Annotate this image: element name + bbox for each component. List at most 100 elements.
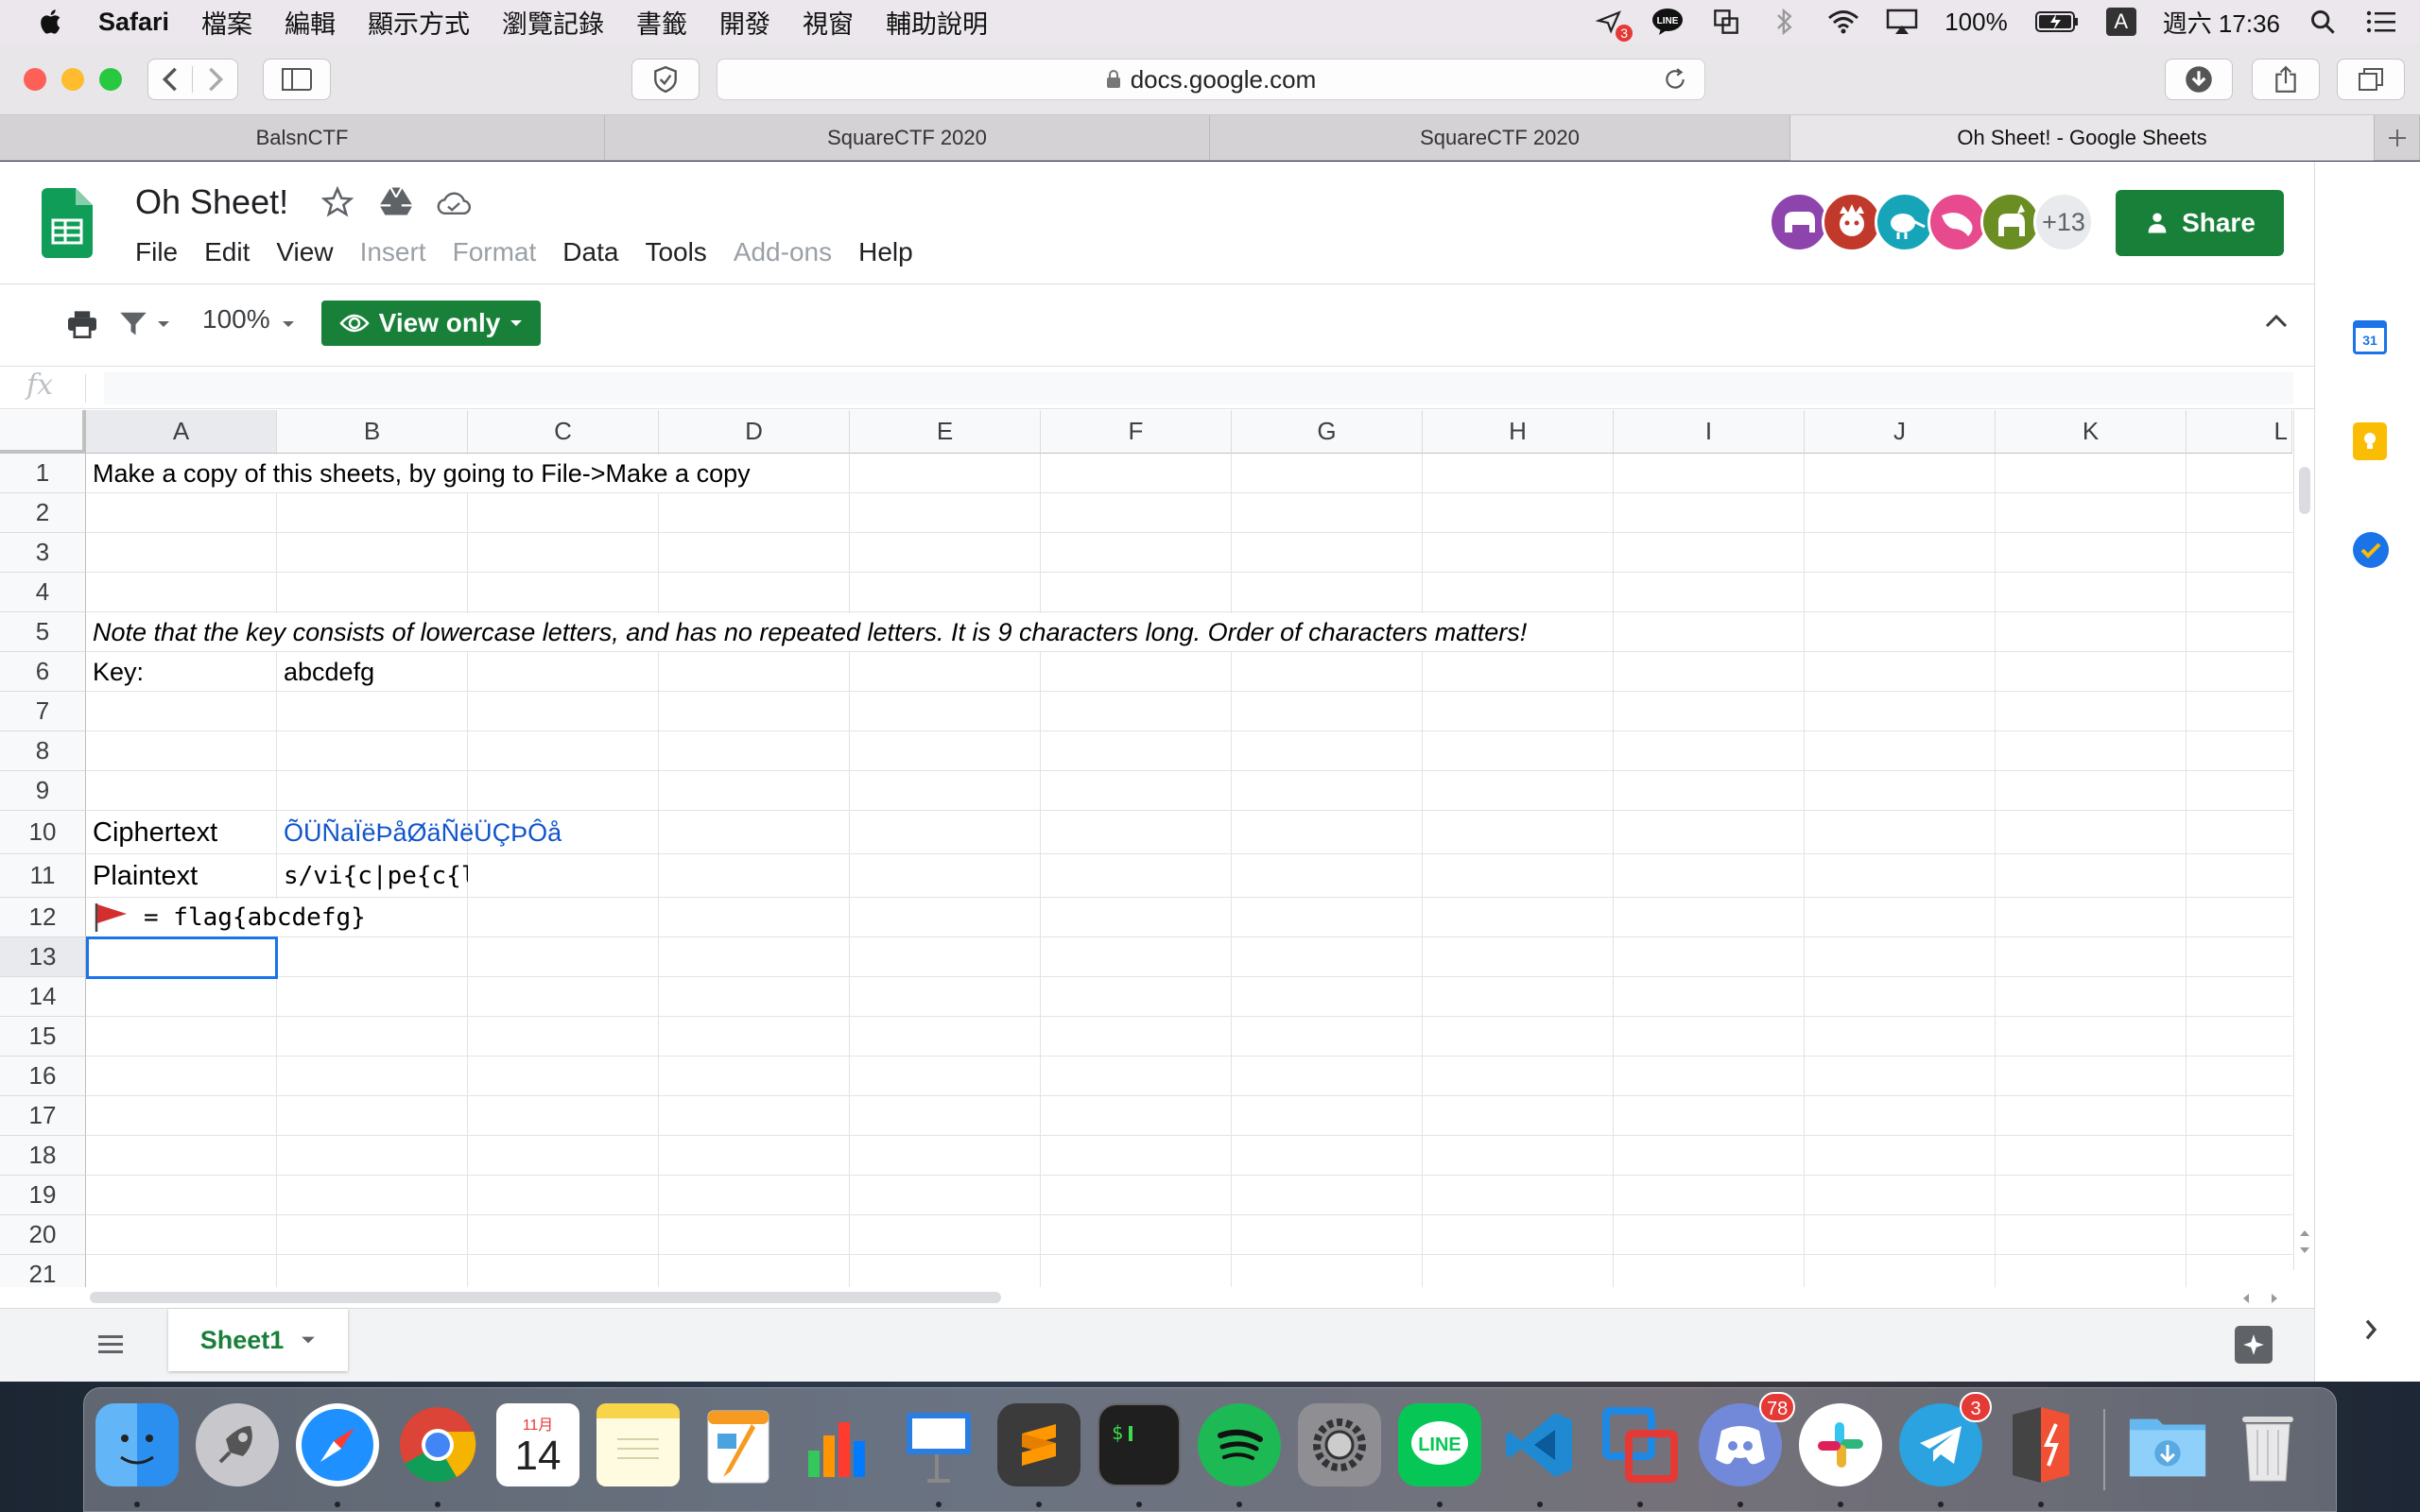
- row-header-13[interactable]: 13: [0, 937, 86, 977]
- battery-icon[interactable]: [2034, 8, 2080, 36]
- all-sheets-icon[interactable]: [98, 1333, 123, 1356]
- cloud-saved-icon[interactable]: [437, 190, 471, 216]
- menu-develop[interactable]: 開發: [719, 4, 770, 41]
- dock-pages[interactable]: [697, 1403, 780, 1486]
- horizontal-scroll-thumb[interactable]: [90, 1292, 1001, 1303]
- dock-virtual-machine[interactable]: [1599, 1403, 1682, 1486]
- row-header-9[interactable]: 9: [0, 771, 86, 811]
- line-icon[interactable]: LINE: [1651, 8, 1684, 36]
- dock-launchpad[interactable]: [196, 1403, 279, 1486]
- cell-a5[interactable]: Note that the key consists of lowercase …: [86, 612, 1527, 652]
- menu-item-edit[interactable]: Edit: [204, 237, 250, 267]
- row-header-16[interactable]: 16: [0, 1057, 86, 1096]
- column-header-h[interactable]: H: [1423, 410, 1614, 454]
- share-page-button[interactable]: [2252, 59, 2320, 100]
- minimize-window-button[interactable]: [61, 68, 84, 91]
- menu-item-file[interactable]: File: [135, 237, 178, 267]
- menu-window[interactable]: 視窗: [803, 4, 854, 41]
- column-header-c[interactable]: C: [468, 410, 659, 454]
- dock-terminal[interactable]: $: [1098, 1403, 1181, 1486]
- sheets-logo-icon[interactable]: [42, 188, 93, 258]
- row-header-21[interactable]: 21: [0, 1255, 86, 1287]
- scroll-left-icon[interactable]: [2241, 1293, 2251, 1304]
- column-header-b[interactable]: B: [277, 410, 468, 454]
- scroll-up-icon[interactable]: [2299, 1228, 2310, 1238]
- close-window-button[interactable]: [24, 68, 46, 91]
- url-bar[interactable]: docs.google.com: [717, 59, 1705, 100]
- new-tab-button[interactable]: [2375, 115, 2420, 161]
- apple-icon[interactable]: [38, 8, 66, 36]
- column-header-d[interactable]: D: [659, 410, 850, 454]
- tab-squarectf-2[interactable]: SquareCTF 2020: [1210, 115, 1790, 161]
- row-header-5[interactable]: 5: [0, 612, 86, 652]
- collaborator-avatar[interactable]: [1875, 192, 1935, 252]
- collaborator-avatar[interactable]: [1769, 192, 1829, 252]
- collapse-toolbar-icon[interactable]: [2265, 314, 2288, 329]
- row-header-8[interactable]: 8: [0, 731, 86, 771]
- row-header-11[interactable]: 11: [0, 854, 86, 898]
- cell-a10[interactable]: Ciphertext: [86, 811, 217, 854]
- dock-vscode[interactable]: [1498, 1403, 1582, 1486]
- sidebar-toggle-button[interactable]: [263, 59, 331, 100]
- dock-calendar[interactable]: 11月 14: [496, 1403, 579, 1486]
- scroll-down-icon[interactable]: [2299, 1246, 2310, 1255]
- row-header-10[interactable]: 10: [0, 811, 86, 854]
- formula-input[interactable]: [104, 372, 2293, 404]
- cell-a1[interactable]: Make a copy of this sheets, by going to …: [86, 454, 751, 493]
- dock-safari[interactable]: [296, 1403, 379, 1486]
- star-icon[interactable]: [321, 186, 354, 218]
- print-icon[interactable]: [66, 310, 98, 338]
- tab-oh-sheet[interactable]: Oh Sheet! - Google Sheets: [1790, 115, 2375, 161]
- cell-b10[interactable]: ÕÜÑaÏëÞåØäÑëÜÇÞÔå: [277, 811, 562, 854]
- column-header-a[interactable]: A: [86, 410, 277, 454]
- row-header-15[interactable]: 15: [0, 1017, 86, 1057]
- view-only-button[interactable]: View only: [321, 301, 541, 346]
- dock-numbers[interactable]: [797, 1403, 880, 1486]
- tab-squarectf-1[interactable]: SquareCTF 2020: [605, 115, 1210, 161]
- row-header-1[interactable]: 1: [0, 454, 86, 493]
- privacy-report-button[interactable]: [631, 59, 700, 100]
- selected-cell-a13[interactable]: [86, 936, 278, 979]
- horizontal-scrollbar[interactable]: [86, 1287, 2293, 1308]
- dock-sublime-text[interactable]: [997, 1403, 1080, 1486]
- select-all-corner[interactable]: [0, 410, 86, 454]
- dock-line[interactable]: LINE: [1398, 1403, 1481, 1486]
- dock-notes[interactable]: [596, 1403, 680, 1486]
- row-header-4[interactable]: 4: [0, 573, 86, 612]
- more-collaborators[interactable]: +13: [2033, 192, 2094, 252]
- chevron-down-icon[interactable]: [301, 1335, 316, 1345]
- dock-system-preferences[interactable]: [1298, 1403, 1381, 1486]
- app-menu[interactable]: Safari: [98, 8, 169, 37]
- forward-icon[interactable]: [193, 66, 237, 93]
- cell-a6[interactable]: Key:: [86, 652, 144, 692]
- filter-dropdown-icon[interactable]: [157, 319, 170, 329]
- paper-plane-icon[interactable]: 3: [1593, 8, 1634, 42]
- dock-git-tool[interactable]: [1999, 1403, 2083, 1486]
- row-header-2[interactable]: 2: [0, 493, 86, 533]
- bluetooth-icon[interactable]: [1769, 8, 1801, 36]
- cell-b6[interactable]: abcdefg: [277, 652, 374, 692]
- downloads-button[interactable]: [2165, 59, 2233, 100]
- column-header-e[interactable]: E: [850, 410, 1041, 454]
- menu-item-data[interactable]: Data: [562, 237, 618, 267]
- menu-bookmarks[interactable]: 書籤: [636, 4, 687, 41]
- menu-item-view[interactable]: View: [276, 237, 333, 267]
- screen-share-icon[interactable]: [1710, 8, 1742, 36]
- dock-chrome[interactable]: [396, 1403, 479, 1486]
- collaborator-avatar[interactable]: [1822, 192, 1882, 252]
- column-header-f[interactable]: F: [1041, 410, 1232, 454]
- row-header-3[interactable]: 3: [0, 533, 86, 573]
- cell-a11[interactable]: Plaintext: [86, 854, 198, 898]
- zoom-dropdown-icon[interactable]: [282, 319, 295, 329]
- column-header-i[interactable]: I: [1614, 410, 1805, 454]
- menu-file[interactable]: 檔案: [201, 4, 252, 41]
- filter-icon[interactable]: [119, 310, 147, 336]
- zoom-window-button[interactable]: [99, 68, 122, 91]
- share-button[interactable]: Share: [2116, 190, 2284, 256]
- notification-center-icon[interactable]: [2365, 8, 2397, 36]
- dock-finder[interactable]: [95, 1403, 179, 1486]
- zoom-select[interactable]: 100%: [202, 304, 270, 335]
- dock-spotify[interactable]: [1198, 1403, 1281, 1486]
- menu-item-help[interactable]: Help: [858, 237, 913, 267]
- expand-side-panel-icon[interactable]: [2364, 1318, 2377, 1341]
